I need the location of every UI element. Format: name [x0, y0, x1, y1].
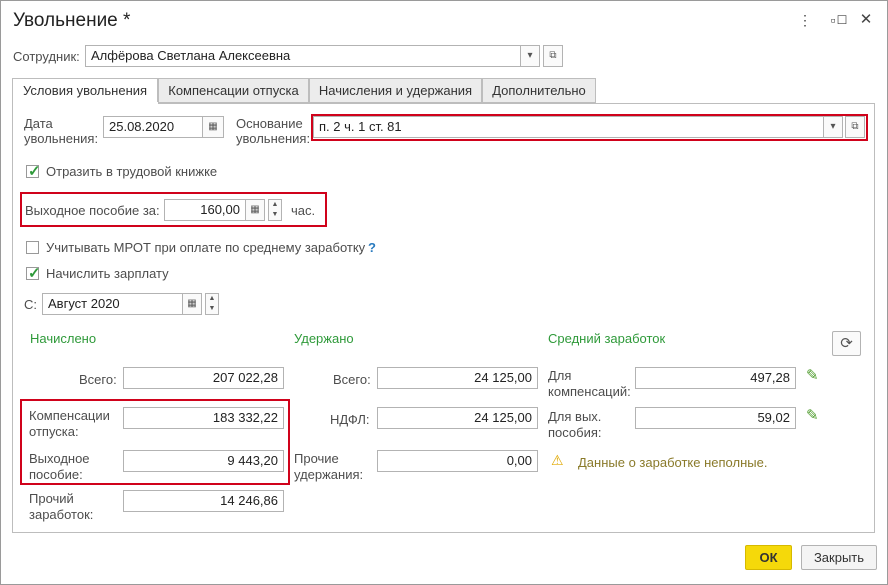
mrot-checkbox[interactable] — [26, 241, 39, 254]
open-form-icon: ⧉ — [549, 50, 557, 61]
refresh-icon: ⟳ — [840, 335, 853, 352]
tab-additional[interactable]: Дополнительно — [482, 78, 596, 103]
withheld-total-field[interactable]: 24 125,00 — [377, 367, 538, 389]
avg-sev-label-line1: Для вых. — [548, 409, 602, 424]
spin-down-icon: ▼ — [208, 305, 216, 312]
employee-open-button[interactable]: ⧉ — [543, 45, 563, 67]
severance-unit: час. — [291, 203, 316, 218]
calendar-icon: ▦ — [208, 121, 218, 132]
employee-field[interactable]: Алфёрова Светлана Алексеевна — [85, 45, 521, 67]
accrued-title: Начислено — [30, 331, 97, 346]
vacation-label-line1: Компенсации — [29, 408, 110, 423]
severance-pay-field[interactable]: 9 443,20 — [123, 450, 284, 472]
dismissal-date-label-line1: Дата — [24, 116, 53, 131]
calculator-icon: ▦ — [250, 204, 260, 215]
accrued-total-label: Всего: — [79, 372, 117, 387]
spin-up-icon: ▲ — [208, 295, 216, 302]
edit-pencil-icon[interactable]: ✎ — [806, 406, 819, 424]
avg-comp-label-line1: Для — [548, 368, 572, 383]
severance-calc-button[interactable]: ▦ — [245, 199, 265, 221]
edit-pencil-icon[interactable]: ✎ — [806, 366, 819, 384]
tab-accruals-deductions[interactable]: Начисления и удержания — [309, 78, 482, 103]
maximize-icon[interactable]: ☐ — [834, 12, 850, 28]
average-title: Средний заработок — [548, 331, 666, 346]
vacation-label-line2: отпуска: — [29, 424, 79, 439]
checkmark-icon: ✓ — [28, 163, 41, 180]
window-title: Увольнение * — [13, 10, 131, 31]
dismissal-date-label-line2: увольнения: — [24, 131, 99, 146]
active-tab-joiner — [13, 102, 158, 104]
employee-label: Сотрудник: — [13, 49, 80, 64]
more-icon[interactable]: ⋮ — [797, 12, 813, 28]
tab-dismissal-conditions[interactable]: Условия увольнения — [12, 78, 158, 104]
other-deductions-field[interactable]: 0,00 — [377, 450, 538, 472]
other-deductions-label-line1: Прочие — [294, 451, 339, 466]
warning-icon: ⚠ — [551, 452, 564, 468]
reason-label-line2: увольнения: — [236, 131, 311, 146]
dismissal-date-field[interactable]: 25.08.2020 — [103, 116, 203, 138]
other-earnings-field[interactable]: 14 246,86 — [123, 490, 284, 512]
spin-down-icon: ▼ — [271, 211, 279, 218]
calendar-icon: ▦ — [187, 298, 197, 309]
reason-label-line1: Основание — [236, 116, 303, 131]
avg-sev-field[interactable]: 59,02 — [635, 407, 796, 429]
labor-book-label: Отразить в трудовой книжке — [46, 164, 218, 179]
close-window-icon[interactable]: ✕ — [858, 12, 874, 28]
withheld-total-label: Всего: — [333, 372, 371, 387]
avg-sev-label-line2: пособия: — [548, 425, 602, 440]
tab-label: Начисления и удержания — [318, 83, 473, 98]
salary-checkbox[interactable]: ✓ — [26, 265, 41, 282]
other-earnings-label-line2: заработок: — [29, 507, 94, 522]
ndfl-label: НДФЛ: — [330, 412, 370, 427]
spin-up-icon: ▲ — [271, 201, 279, 208]
chevron-down-icon: ▾ — [527, 50, 533, 61]
mrot-help-icon[interactable]: ? — [368, 240, 376, 255]
tab-label: Дополнительно — [492, 83, 586, 98]
average-warning: Данные о заработке неполные. — [578, 455, 768, 470]
close-button[interactable]: Закрыть — [801, 545, 877, 570]
period-calendar-button[interactable]: ▦ — [182, 293, 202, 315]
severance-pay-label-line1: Выходное — [29, 451, 90, 466]
other-deductions-label-line2: удержания: — [294, 467, 364, 482]
period-field[interactable]: Август 2020 — [42, 293, 183, 315]
checkmark-icon: ✓ — [28, 265, 41, 282]
avg-comp-field[interactable]: 497,28 — [635, 367, 796, 389]
accrued-total-field[interactable]: 207 022,28 — [123, 367, 284, 389]
vacation-comp-field[interactable]: 183 332,22 — [123, 407, 284, 429]
severance-spinner[interactable]: ▲ ▼ — [268, 199, 282, 221]
period-spinner[interactable]: ▲ ▼ — [205, 293, 219, 315]
labor-book-checkbox[interactable]: ✓ — [26, 163, 41, 180]
employee-dropdown-button[interactable]: ▾ — [520, 45, 540, 67]
severance-label: Выходное пособие за: — [25, 203, 160, 218]
severance-pay-label-line2: пособие: — [29, 467, 83, 482]
highlight-reason — [311, 114, 868, 141]
dismissal-date-calendar-button[interactable]: ▦ — [202, 116, 224, 138]
other-earnings-label-line1: Прочий — [29, 491, 74, 506]
severance-hours-field[interactable]: 160,00 — [164, 199, 246, 221]
withheld-title: Удержано — [294, 331, 354, 346]
tab-label: Компенсации отпуска — [168, 83, 299, 98]
period-label: С: — [24, 297, 37, 312]
salary-label: Начислить зарплату — [46, 266, 169, 281]
mrot-label: Учитывать МРОТ при оплате по среднему за… — [46, 240, 366, 255]
ndfl-field[interactable]: 24 125,00 — [377, 407, 538, 429]
avg-comp-label-line2: компенсаций: — [548, 384, 631, 399]
ok-button[interactable]: ОК — [745, 545, 792, 570]
refresh-button[interactable]: ⟳ — [832, 331, 861, 356]
tab-label: Условия увольнения — [22, 83, 148, 98]
tab-vacation-compensation[interactable]: Компенсации отпуска — [158, 78, 309, 103]
